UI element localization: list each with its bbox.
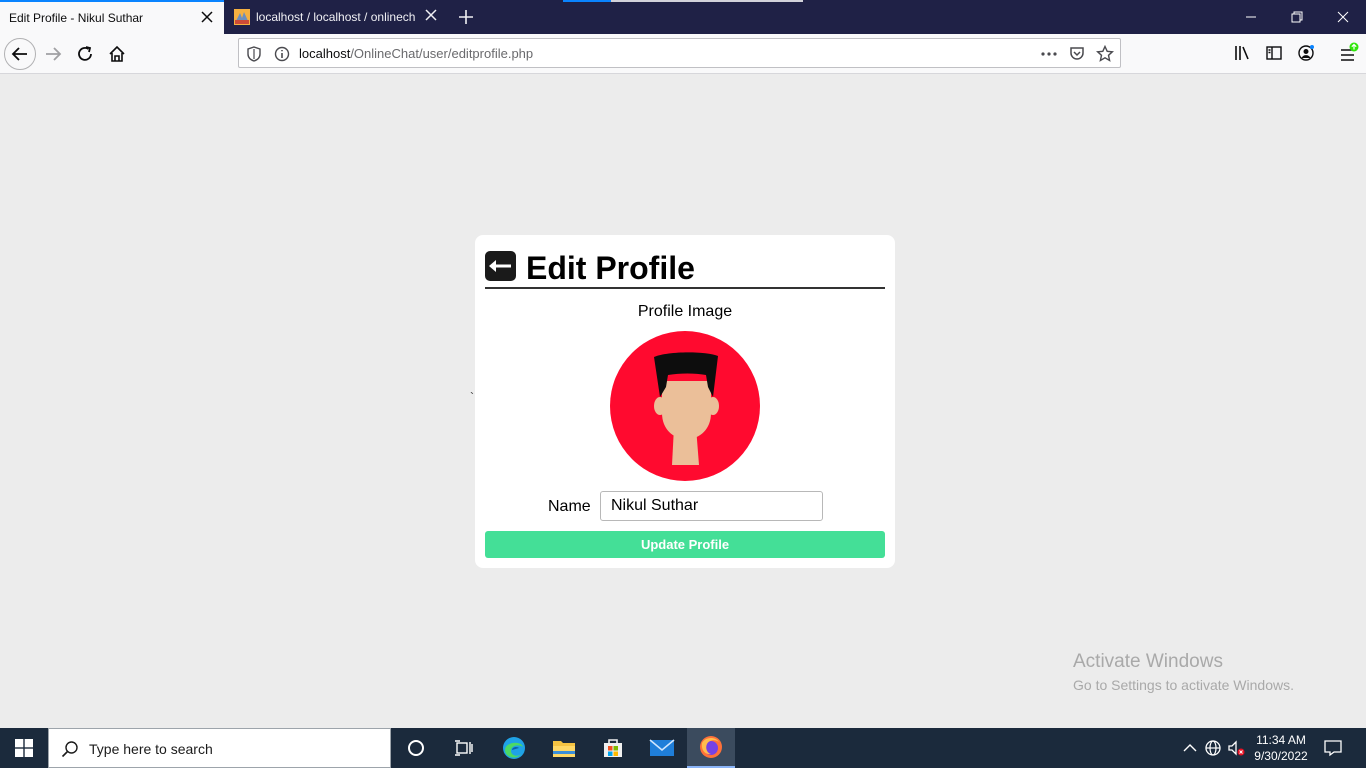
- url-text[interactable]: localhost/OnlineChat/user/editprofile.ph…: [299, 46, 533, 61]
- url-bar[interactable]: localhost/OnlineChat/user/editprofile.ph…: [238, 38, 1121, 68]
- browser-nav-bar: localhost/OnlineChat/user/editprofile.ph…: [0, 34, 1366, 74]
- firefox-icon: [700, 736, 722, 758]
- activate-windows-watermark: Activate Windows Go to Settings to activ…: [1073, 651, 1294, 693]
- page-title: Edit Profile: [526, 250, 695, 286]
- more-actions-icon[interactable]: [1040, 45, 1058, 63]
- notification-icon[interactable]: [1323, 738, 1343, 758]
- start-button[interactable]: [0, 728, 48, 768]
- firefox-taskbar-button[interactable]: [687, 728, 735, 768]
- title-divider: [485, 287, 885, 289]
- mail-icon: [649, 739, 675, 756]
- home-button[interactable]: [101, 38, 133, 70]
- account-icon[interactable]: [1297, 44, 1315, 62]
- search-icon: [61, 741, 78, 758]
- watermark-title: Activate Windows: [1073, 651, 1223, 672]
- reload-button[interactable]: [69, 38, 101, 70]
- back-button[interactable]: [4, 38, 36, 70]
- forward-button[interactable]: [37, 38, 69, 70]
- sidebar-icon[interactable]: [1265, 44, 1283, 62]
- close-tab-icon[interactable]: [200, 10, 214, 24]
- windows-taskbar: Type here to search 11:34 AM 9/30/2022: [0, 728, 1366, 768]
- network-globe-icon[interactable]: [1203, 738, 1223, 758]
- back-arrow-button[interactable]: [485, 251, 516, 281]
- arrow-left-icon: [489, 260, 511, 272]
- watermark-subtitle: Go to Settings to activate Windows.: [1073, 677, 1294, 693]
- taskbar-search-box[interactable]: Type here to search: [48, 728, 391, 768]
- shield-icon[interactable]: [245, 45, 263, 63]
- url-path: /OnlineChat/user/editprofile.php: [350, 46, 534, 61]
- library-icon[interactable]: [1233, 44, 1251, 62]
- cortana-circle-icon: [408, 740, 424, 756]
- name-label: Name: [548, 498, 591, 515]
- bookmark-star-icon[interactable]: [1096, 45, 1114, 63]
- info-icon[interactable]: [273, 45, 291, 63]
- chevron-up-icon[interactable]: [1180, 738, 1200, 758]
- store-bag-icon: [604, 739, 622, 757]
- avatar[interactable]: [610, 331, 760, 481]
- update-profile-button[interactable]: Update Profile: [485, 531, 885, 558]
- tab-title: localhost / localhost / onlinech: [256, 10, 416, 24]
- windows-logo-icon: [15, 739, 33, 757]
- microsoft-store-button[interactable]: [589, 728, 637, 768]
- close-tab-icon[interactable]: [424, 8, 438, 22]
- cortana-button[interactable]: [392, 728, 440, 768]
- tab-scroll-indicator-accent: [563, 0, 611, 2]
- minimize-icon[interactable]: [1241, 7, 1261, 27]
- mail-button[interactable]: [638, 728, 686, 768]
- new-tab-icon[interactable]: [456, 7, 476, 27]
- close-window-icon[interactable]: [1333, 7, 1353, 27]
- clock-time: 11:34 AM: [1256, 733, 1306, 747]
- menu-update-icon[interactable]: [1338, 42, 1360, 64]
- tab-phpmyadmin[interactable]: localhost / localhost / onlinech: [224, 0, 448, 34]
- search-placeholder: Type here to search: [89, 741, 213, 757]
- clock[interactable]: 11:34 AM 9/30/2022: [1253, 732, 1309, 764]
- name-input[interactable]: [600, 491, 823, 521]
- phpmyadmin-favicon-icon: [234, 9, 250, 25]
- stray-text-mark: `: [470, 390, 474, 404]
- tab-title: Edit Profile - Nikul Suthar: [9, 11, 144, 25]
- arrow-left-icon: [11, 47, 27, 61]
- edge-taskbar-button[interactable]: [490, 728, 538, 768]
- browser-tab-bar: Edit Profile - Nikul Suthar localhost / …: [0, 0, 1366, 34]
- pocket-icon[interactable]: [1068, 45, 1086, 63]
- home-icon: [109, 45, 125, 62]
- volume-muted-icon[interactable]: [1226, 738, 1246, 758]
- file-explorer-button[interactable]: [540, 728, 588, 768]
- folder-icon: [553, 741, 575, 757]
- url-host: localhost: [299, 46, 351, 61]
- edit-profile-card: Edit Profile Profile Image Name Update P…: [475, 235, 895, 568]
- profile-image-label: Profile Image: [637, 303, 733, 320]
- reload-icon: [78, 46, 92, 61]
- page-content: ` Edit Profile Profile Image Name Update…: [0, 75, 1366, 728]
- tab-edit-profile[interactable]: Edit Profile - Nikul Suthar: [0, 0, 224, 34]
- task-view-button[interactable]: [440, 728, 488, 768]
- task-view-icon: [455, 740, 473, 756]
- arrow-right-icon: [46, 47, 62, 61]
- restore-icon[interactable]: [1287, 7, 1307, 27]
- edge-icon: [503, 737, 525, 759]
- clock-date: 9/30/2022: [1254, 749, 1308, 763]
